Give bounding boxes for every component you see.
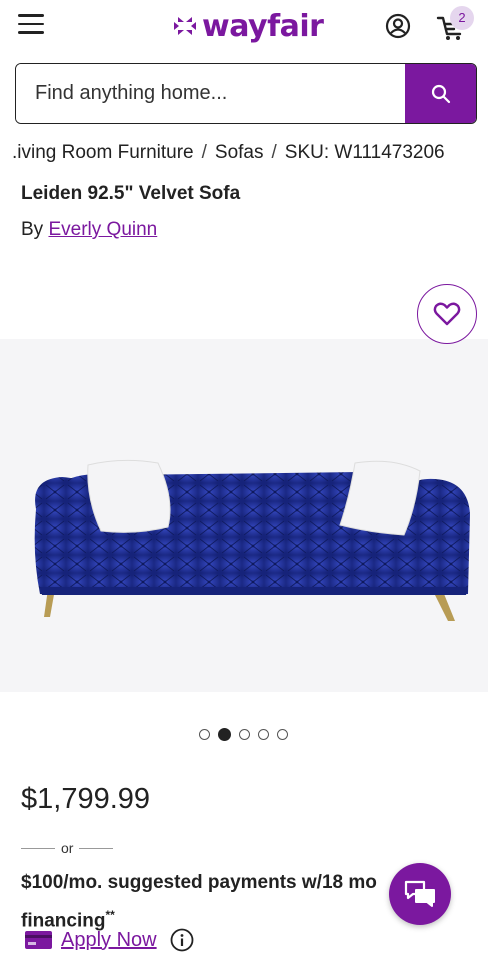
heart-icon (433, 302, 461, 326)
top-bar: wayfair 2 (0, 0, 488, 52)
carousel-dot-1[interactable] (199, 729, 210, 740)
breadcrumb-living-room[interactable]: .iving Room Furniture (12, 142, 194, 164)
info-icon[interactable] (170, 928, 194, 952)
chat-button[interactable] (389, 863, 451, 925)
search-icon (431, 84, 450, 103)
apply-now-link[interactable]: Apply Now (61, 929, 157, 952)
carousel-dot-4[interactable] (258, 729, 269, 740)
breadcrumb-separator: / (271, 142, 277, 163)
chat-icon (404, 880, 435, 907)
search-bar (15, 63, 477, 124)
product-price: $1,799.99 (21, 783, 151, 815)
carousel-dot-3[interactable] (239, 729, 250, 740)
hamburger-menu-icon[interactable] (18, 14, 44, 36)
credit-card-icon (25, 931, 52, 949)
product-title: Leiden 92.5" Velvet Sofa (21, 183, 241, 204)
account-icon[interactable] (385, 13, 411, 39)
image-carousel-dots (199, 728, 296, 741)
or-divider: or (21, 840, 114, 856)
search-button[interactable] (405, 64, 476, 123)
wayfair-logo-mark-icon (174, 17, 196, 35)
product-image[interactable] (0, 339, 488, 692)
by-prefix: By (21, 219, 44, 240)
cart-count-badge: 2 (450, 6, 474, 30)
financing-line-1: $100/mo. suggested payments w/18 mo (21, 872, 377, 893)
search-input[interactable] (16, 64, 405, 123)
sofa-image (34, 459, 470, 621)
apply-row: Apply Now (25, 928, 194, 952)
brand-link[interactable]: Everly Quinn (48, 219, 157, 240)
financing-footnote-mark: ** (105, 908, 115, 922)
breadcrumb-sku: SKU: W111473206 (284, 142, 445, 163)
or-text: or (61, 840, 74, 856)
breadcrumb: .iving Room Furniture / Sofas / SKU: W11… (12, 142, 445, 164)
logo-text: wayfair (202, 8, 324, 44)
favorite-button[interactable] (417, 284, 477, 344)
product-byline: By Everly Quinn (21, 219, 157, 241)
breadcrumb-separator: / (201, 142, 207, 163)
breadcrumb-sofas[interactable]: Sofas (215, 142, 264, 164)
wayfair-logo[interactable]: wayfair (172, 8, 324, 44)
carousel-dot-5[interactable] (277, 729, 288, 740)
financing-text: $100/mo. suggested payments w/18 mo fina… (21, 867, 411, 937)
carousel-dot-2[interactable] (218, 728, 231, 741)
